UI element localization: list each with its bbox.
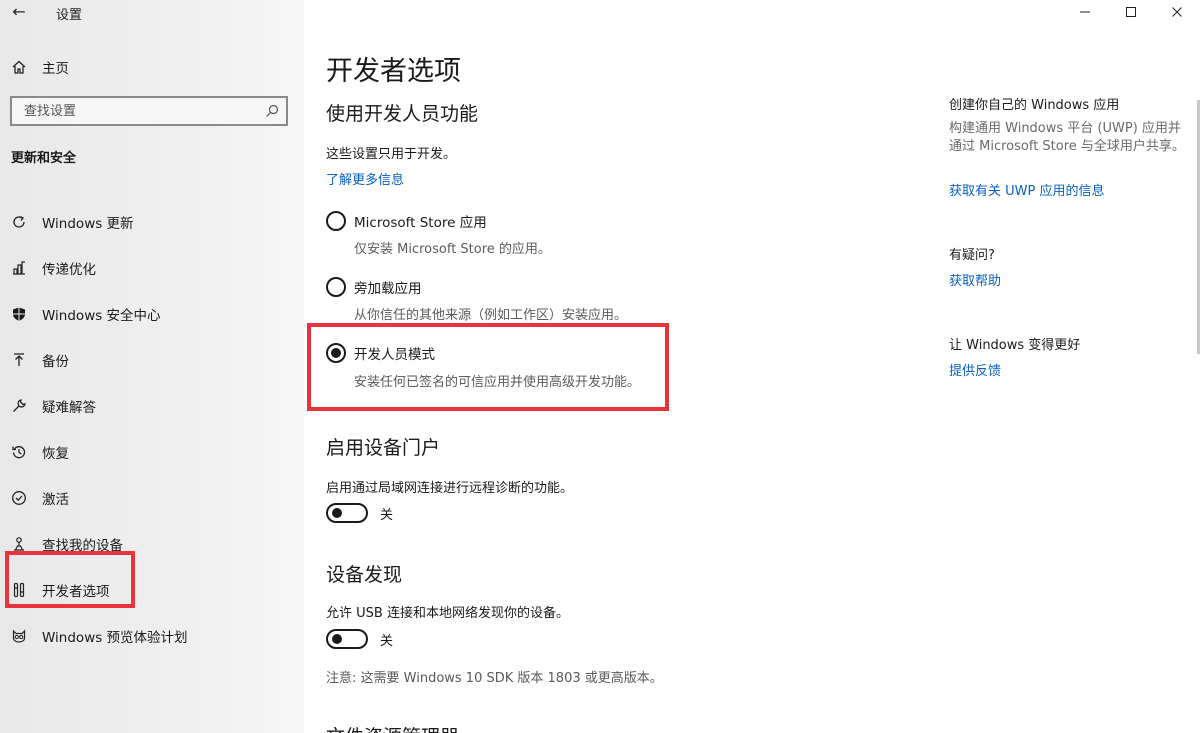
sidebar-item-label: 疑难解答 xyxy=(42,400,96,416)
sidebar-item-label: Windows 更新 xyxy=(42,216,134,232)
check-circle-icon xyxy=(10,489,28,507)
toggle-knob xyxy=(332,508,342,518)
sidebar-item-troubleshoot[interactable]: 疑难解答 xyxy=(10,383,270,429)
device-discovery-description: 允许 USB 连接和本地网络发现你的设备。 xyxy=(326,606,569,621)
sidebar-item-windows-security[interactable]: Windows 安全中心 xyxy=(10,291,270,337)
dev-features-description: 这些设置只用于开发。 xyxy=(326,147,457,162)
device-portal-toggle[interactable] xyxy=(326,503,368,523)
close-button[interactable] xyxy=(1154,0,1200,24)
sidebar-item-backup[interactable]: 备份 xyxy=(10,337,270,383)
device-discovery-toggle-row: 关 xyxy=(326,629,393,649)
questions-heading: 有疑问? xyxy=(949,248,995,263)
sidebar-item-delivery-optimization[interactable]: 传递优化 xyxy=(10,245,270,291)
maximize-button[interactable] xyxy=(1108,0,1154,24)
section-title-dev-features: 使用开发人员功能 xyxy=(326,103,479,125)
maximize-icon xyxy=(1125,3,1137,22)
minimize-icon xyxy=(1079,3,1091,22)
sidebar: ← 设置 主页 更新和安全 Windows 更新 传递优化 xyxy=(0,0,304,733)
radio-sideload-apps[interactable]: 旁加载应用 xyxy=(326,277,422,297)
sidebar-item-label: Windows 安全中心 xyxy=(42,308,161,324)
search-input[interactable] xyxy=(12,98,262,124)
get-help-link[interactable]: 获取帮助 xyxy=(949,270,1001,289)
delivery-optimization-icon xyxy=(10,259,28,277)
device-discovery-toggle[interactable] xyxy=(326,629,368,649)
radio-microsoft-store-apps[interactable]: Microsoft Store 应用 xyxy=(326,211,487,231)
insider-cat-icon xyxy=(10,627,28,645)
toggle-state-label: 关 xyxy=(380,507,394,523)
search-icon[interactable] xyxy=(264,103,280,119)
wrench-icon xyxy=(10,397,28,415)
learn-more-link[interactable]: 了解更多信息 xyxy=(326,169,404,188)
uwp-description: 构建通用 Windows 平台 (UWP) 应用并通过 Microsoft St… xyxy=(949,121,1185,154)
device-portal-description: 启用通过局域网连接进行远程诊断的功能。 xyxy=(326,481,574,496)
radio-button[interactable] xyxy=(326,211,346,231)
home-icon xyxy=(10,58,28,76)
section-title-device-portal: 启用设备门户 xyxy=(326,437,441,459)
toggle-knob xyxy=(332,634,342,644)
page-title: 开发者选项 xyxy=(326,56,461,87)
uwp-heading: 创建你自己的 Windows 应用 xyxy=(949,98,1120,113)
improve-windows-heading: 让 Windows 变得更好 xyxy=(949,338,1081,353)
sidebar-item-label: 激活 xyxy=(42,492,69,508)
radio-description: 仅安装 Microsoft Store 的应用。 xyxy=(354,242,551,257)
window-title: 设置 xyxy=(56,8,83,23)
sidebar-item-activation[interactable]: 激活 xyxy=(10,475,270,521)
sidebar-section-header: 更新和安全 xyxy=(11,151,77,166)
sidebar-item-recovery[interactable]: 恢复 xyxy=(10,429,270,475)
highlight-box-developer-mode xyxy=(307,323,669,411)
sidebar-home-label: 主页 xyxy=(42,61,69,77)
uwp-info-link[interactable]: 获取有关 UWP 应用的信息 xyxy=(949,180,1104,199)
radio-label: 旁加载应用 xyxy=(354,281,422,297)
device-portal-toggle-row: 关 xyxy=(326,503,393,523)
section-title-device-discovery: 设备发现 xyxy=(326,564,403,586)
feedback-link[interactable]: 提供反馈 xyxy=(949,360,1001,379)
radio-label: Microsoft Store 应用 xyxy=(354,215,487,231)
highlight-box-sidebar xyxy=(5,551,135,608)
sidebar-item-windows-insider[interactable]: Windows 预览体验计划 xyxy=(10,613,270,659)
shield-icon xyxy=(10,305,28,323)
sidebar-item-windows-update[interactable]: Windows 更新 xyxy=(10,199,270,245)
close-icon xyxy=(1171,3,1183,22)
refresh-icon xyxy=(10,213,28,231)
radio-button[interactable] xyxy=(326,277,346,297)
back-arrow-icon[interactable]: ← xyxy=(8,2,30,22)
device-discovery-note: 注意: 这需要 Windows 10 SDK 版本 1803 或更高版本。 xyxy=(326,671,663,686)
sidebar-item-label: 传递优化 xyxy=(42,262,96,278)
sidebar-item-label: 备份 xyxy=(42,354,69,370)
window-controls xyxy=(1062,0,1200,24)
backup-arrow-icon xyxy=(10,351,28,369)
sidebar-item-home[interactable]: 主页 xyxy=(10,56,69,78)
search-box xyxy=(10,96,288,126)
minimize-button[interactable] xyxy=(1062,0,1108,24)
toggle-state-label: 关 xyxy=(380,633,394,649)
sidebar-item-label: 恢复 xyxy=(42,446,69,462)
section-title-file-explorer: 文件资源管理器 xyxy=(326,722,459,733)
recovery-icon xyxy=(10,443,28,461)
sidebar-item-label: Windows 预览体验计划 xyxy=(42,630,188,646)
radio-description: 从你信任的其他来源（例如工作区）安装应用。 xyxy=(354,308,628,323)
